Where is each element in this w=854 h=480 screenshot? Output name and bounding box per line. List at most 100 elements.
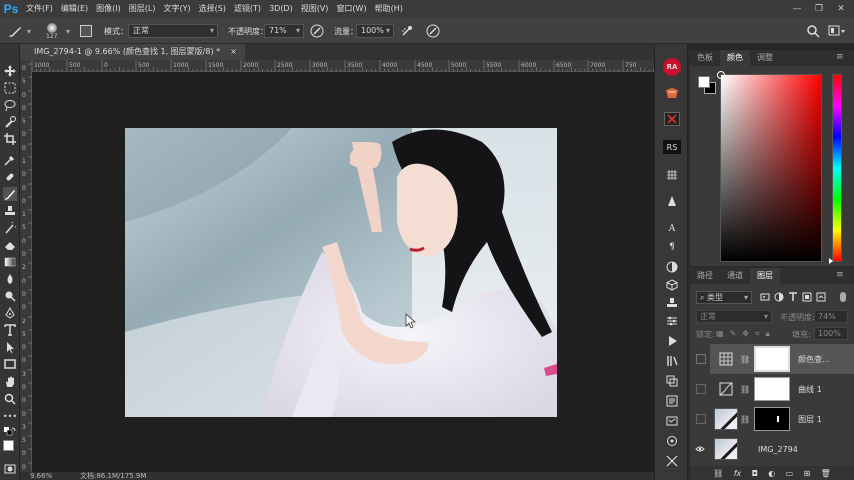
default-colors-icon[interactable] xyxy=(3,426,17,440)
brush-settings-icon[interactable] xyxy=(664,314,680,328)
layer-comps-icon[interactable] xyxy=(664,374,680,388)
layer-row-color-lookup[interactable]: ⛓︎ 颜色查... xyxy=(696,344,854,374)
hue-slider-handle[interactable] xyxy=(829,258,833,264)
libraries-icon[interactable] xyxy=(664,354,680,368)
visibility-toggle[interactable] xyxy=(696,414,706,424)
layer-mask-thumbnail[interactable] xyxy=(754,407,791,431)
tab-swatches[interactable]: 色板 xyxy=(690,50,720,66)
color-picker-handle[interactable] xyxy=(717,71,725,79)
lasso-tool-icon[interactable] xyxy=(3,98,17,112)
move-tool-icon[interactable] xyxy=(3,64,17,78)
layer-thumbnail[interactable] xyxy=(714,408,738,430)
menu-select[interactable]: 选择(S) xyxy=(195,0,230,18)
mode-select[interactable]: 正常 ▾ xyxy=(128,23,218,39)
marquee-tool-icon[interactable] xyxy=(3,81,17,95)
gradient-tool-icon[interactable] xyxy=(3,255,17,269)
styles-panel-icon[interactable] xyxy=(664,454,680,468)
color-swatches[interactable] xyxy=(3,440,19,456)
type-tool-icon[interactable] xyxy=(3,323,17,337)
lock-artboard-icon[interactable]: ⌗ xyxy=(755,329,760,339)
properties-panel-icon[interactable] xyxy=(664,394,680,408)
filter-pixel-icon[interactable] xyxy=(760,292,770,302)
pressure-size-icon[interactable] xyxy=(426,23,440,39)
menu-file[interactable]: 文件(F) xyxy=(22,0,57,18)
menu-image[interactable]: 图像(I) xyxy=(92,0,125,18)
delete-layer-icon[interactable]: 🗑︎ xyxy=(821,469,831,478)
visibility-toggle[interactable] xyxy=(696,354,706,364)
quick-mask-icon[interactable] xyxy=(3,462,17,476)
character-panel-icon[interactable]: A xyxy=(664,222,680,236)
workspace-icon[interactable] xyxy=(828,23,846,39)
tab-paths[interactable]: 路径 xyxy=(690,268,720,284)
menu-window[interactable]: 窗口(W) xyxy=(332,0,370,18)
actions-play-icon[interactable] xyxy=(664,334,680,348)
layer-row-img-2794[interactable]: IMG_2794 xyxy=(695,434,854,464)
layer-opacity-field[interactable]: 74% xyxy=(814,310,848,323)
history-panel-icon[interactable] xyxy=(664,414,680,428)
brush-preset-dropdown-icon[interactable]: ▾ xyxy=(66,23,70,39)
brush-preset-picker[interactable]: 127 xyxy=(46,21,57,41)
filter-type-icon[interactable] xyxy=(788,292,798,302)
panel-menu-icon[interactable]: ≡ xyxy=(836,52,844,62)
new-adjustment-icon[interactable]: ◐ xyxy=(768,469,775,478)
layer-name[interactable]: 图层 1 xyxy=(798,414,822,425)
close-tab-icon[interactable]: × xyxy=(230,44,237,60)
new-group-icon[interactable]: ▭ xyxy=(786,469,794,478)
new-layer-icon[interactable]: ⊞ xyxy=(804,469,811,478)
fx-icon[interactable]: fx xyxy=(734,469,742,478)
plugin-ra-icon[interactable]: RA xyxy=(663,58,681,76)
menu-layer[interactable]: 图层(L) xyxy=(125,0,160,18)
minimize-icon[interactable]: — xyxy=(786,0,808,18)
panel-foreground-color[interactable] xyxy=(698,76,710,88)
menu-help[interactable]: 帮助(H) xyxy=(371,0,407,18)
layer-row-layer-1[interactable]: ⛓︎ 图层 1 xyxy=(696,404,854,434)
document-canvas[interactable] xyxy=(32,72,654,472)
adjustments-panel-icon[interactable] xyxy=(664,260,680,274)
eyedropper-tool-icon[interactable] xyxy=(3,153,17,167)
eraser-tool-icon[interactable] xyxy=(3,238,17,252)
plugin-rs-icon[interactable]: RS xyxy=(663,140,681,154)
saturation-brightness-field[interactable] xyxy=(717,71,822,262)
chain-link-icon[interactable]: ⛓︎ xyxy=(740,385,750,394)
pen-tool-icon[interactable] xyxy=(3,306,17,320)
pressure-opacity-icon[interactable] xyxy=(310,23,324,39)
blur-tool-icon[interactable] xyxy=(3,272,17,286)
opacity-field[interactable]: 71% ▾ xyxy=(264,23,304,39)
filter-shape-icon[interactable] xyxy=(802,292,812,302)
link-layers-icon[interactable]: ⛓︎ xyxy=(713,469,723,478)
menu-edit[interactable]: 编辑(E) xyxy=(57,0,92,18)
tab-layers[interactable]: 图层 xyxy=(750,268,780,284)
filter-toggle[interactable] xyxy=(840,292,846,302)
foreground-color[interactable] xyxy=(3,440,14,451)
lock-all-icon[interactable]: 🔒︎ xyxy=(765,329,769,339)
chain-link-icon[interactable]: ⛓︎ xyxy=(740,355,750,364)
visibility-toggle[interactable] xyxy=(696,384,706,394)
flow-field[interactable]: 100% ▾ xyxy=(356,23,394,39)
fill-field[interactable]: 100% xyxy=(814,327,848,340)
swatches-panel-icon[interactable] xyxy=(664,434,680,448)
filter-smart-object-icon[interactable] xyxy=(816,292,826,302)
3d-panel-icon[interactable] xyxy=(664,278,680,292)
layers-panel-menu-icon[interactable]: ≡ xyxy=(836,270,844,280)
layer-name[interactable]: 曲线 1 xyxy=(798,384,822,395)
lock-pixels-icon[interactable]: ✎ xyxy=(730,329,737,339)
search-icon[interactable] xyxy=(806,23,820,39)
menu-3d[interactable]: 3D(D) xyxy=(265,0,297,18)
brush-tool-icon[interactable]: ▾ xyxy=(8,23,31,39)
dodge-tool-icon[interactable] xyxy=(3,289,17,303)
lock-position-icon[interactable]: ✥ xyxy=(742,329,749,339)
tab-adjustments[interactable]: 调整 xyxy=(750,50,780,66)
layer-row-curves[interactable]: ⛓︎ 曲线 1 xyxy=(696,374,854,404)
menu-filter[interactable]: 滤镜(T) xyxy=(230,0,265,18)
more-tools-icon[interactable]: ••• xyxy=(3,409,17,423)
canvas-area[interactable] xyxy=(32,72,654,472)
tab-channels[interactable]: 通道 xyxy=(720,268,750,284)
crop-tool-icon[interactable] xyxy=(3,132,17,146)
menu-type[interactable]: 文字(Y) xyxy=(159,0,194,18)
history-brush-tool-icon[interactable] xyxy=(3,221,17,235)
document-tab[interactable]: IMG_2794-1 @ 9.66% (颜色查找 1, 图层蒙版/8) * × xyxy=(20,44,245,60)
close-icon[interactable]: ✕ xyxy=(830,0,852,18)
healing-brush-tool-icon[interactable] xyxy=(3,170,17,184)
filter-adjustment-icon[interactable] xyxy=(774,292,784,302)
lock-transparent-icon[interactable]: ▦ xyxy=(716,329,724,339)
